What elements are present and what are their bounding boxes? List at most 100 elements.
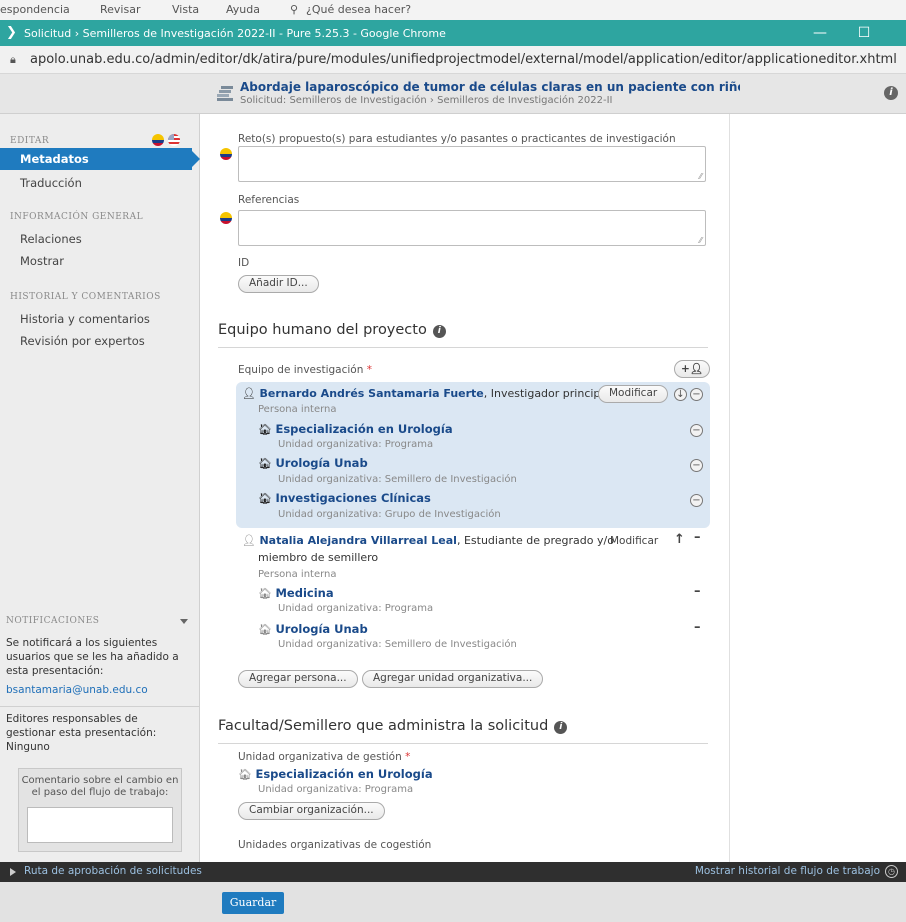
- remove-icon[interactable]: −: [690, 494, 703, 507]
- minimize-button[interactable]: —: [800, 23, 840, 43]
- remove-icon[interactable]: –: [694, 584, 701, 599]
- org-type: Unidad organizativa: Programa: [258, 784, 414, 795]
- word-menu-strip: espondencia Revisar Vista Ayuda ⚲ ¿Qué d…: [0, 0, 906, 20]
- id-label: ID: [238, 257, 250, 269]
- divider: [0, 706, 200, 707]
- menu-search-prompt[interactable]: ¿Qué desea hacer?: [306, 3, 411, 16]
- search-icon: ⚲: [290, 3, 299, 16]
- remove-icon[interactable]: −: [690, 459, 703, 472]
- modify-button[interactable]: Modificar: [610, 535, 658, 547]
- person-icon: 👤︎: [242, 387, 256, 400]
- sidebar-item-relaciones[interactable]: Relaciones: [20, 232, 82, 246]
- change-org-button[interactable]: Cambiar organización...: [238, 802, 385, 820]
- workflow-route-link[interactable]: Ruta de aprobación de solicitudes: [24, 865, 202, 877]
- comment-label: Comentario sobre el cambio en el paso de…: [21, 775, 179, 798]
- person-role: , Investigador principal: [483, 387, 611, 400]
- person-name[interactable]: Natalia Alejandra Villarreal Leal: [259, 534, 456, 547]
- document-title[interactable]: Abordaje laparoscópico de tumor de célul…: [240, 80, 740, 94]
- editors-value: Ninguno: [6, 741, 50, 753]
- document-header: Abordaje laparoscópico de tumor de célul…: [0, 74, 906, 114]
- add-person-button[interactable]: Agregar persona...: [238, 670, 358, 688]
- team-label-text: Equipo de investigación: [238, 364, 364, 376]
- footer-bar: Guardar: [0, 882, 906, 922]
- org-row: 🏠︎ Especialización en Urología: [258, 422, 453, 436]
- sidebar-section-info-general: INFORMACIÓN GENERAL: [10, 212, 144, 222]
- notification-email[interactable]: bsantamaria@unab.edu.co: [6, 684, 148, 696]
- comment-panel: Comentario sobre el cambio en el paso de…: [18, 768, 182, 852]
- required-mark: *: [405, 751, 411, 763]
- retos-textarea[interactable]: [238, 146, 706, 182]
- add-unit-button[interactable]: Agregar unidad organizativa...: [362, 670, 544, 688]
- person-type: Persona interna: [258, 404, 337, 415]
- menu-item-correspondencia[interactable]: espondencia: [0, 3, 70, 16]
- add-person-icon-button[interactable]: +👤︎: [674, 360, 711, 378]
- workflow-bar: Ruta de aprobación de solicitudes Mostra…: [0, 862, 906, 882]
- faculty-section-text: Facultad/Semillero que administra la sol…: [218, 718, 549, 734]
- remove-icon[interactable]: −: [690, 424, 703, 437]
- referencias-textarea[interactable]: [238, 210, 706, 246]
- org-name[interactable]: Urología Unab: [275, 456, 367, 470]
- flag-colombia-icon: [220, 212, 232, 224]
- home-icon: 🏠︎: [258, 423, 272, 436]
- save-button[interactable]: Guardar: [222, 892, 284, 914]
- remove-icon[interactable]: –: [694, 620, 701, 635]
- team-section-text: Equipo humano del proyecto: [218, 322, 427, 338]
- referencias-label: Referencias: [238, 194, 300, 206]
- sidebar-item-historia[interactable]: Historia y comentarios: [20, 312, 150, 326]
- chevron-down-icon[interactable]: [180, 619, 188, 624]
- move-down-icon[interactable]: ↓: [674, 388, 687, 401]
- org-row: 🏠︎ Especialización en Urología: [238, 767, 433, 781]
- help-icon[interactable]: i: [554, 721, 568, 734]
- sidebar-item-traduccion[interactable]: Traducción: [20, 176, 82, 190]
- menu-item-vista[interactable]: Vista: [172, 3, 199, 16]
- editors-text: Editores responsables de gestionar esta …: [6, 713, 157, 739]
- workflow-history-link[interactable]: Mostrar historial de flujo de trabajo: [695, 865, 880, 877]
- section-divider: [218, 347, 708, 348]
- address-bar[interactable]: 🔒︎ apolo.unab.edu.co/admin/editor/dk/ati…: [0, 46, 906, 74]
- help-icon[interactable]: i: [432, 325, 446, 338]
- add-id-button[interactable]: Añadir ID...: [238, 275, 319, 293]
- team-label: Equipo de investigación *: [238, 364, 372, 376]
- sidebar-item-mostrar[interactable]: Mostrar: [20, 254, 64, 268]
- flag-colombia-icon[interactable]: [152, 134, 164, 146]
- person-role-cont: miembro de semillero: [258, 551, 379, 564]
- org-name[interactable]: Especialización en Urología: [275, 422, 452, 436]
- info-icon[interactable]: i: [884, 86, 898, 100]
- person-name[interactable]: Bernardo Andrés Santamaria Fuerte: [259, 387, 483, 400]
- org-name[interactable]: Medicina: [275, 586, 333, 600]
- sidebar-item-revision[interactable]: Revisión por expertos: [20, 334, 145, 348]
- team-section-title: Equipo humano del proyecto i: [218, 322, 446, 338]
- comment-textarea[interactable]: [27, 807, 173, 843]
- expand-arrow-icon[interactable]: [10, 868, 16, 876]
- mgmt-unit-label-text: Unidad organizativa de gestión: [238, 751, 402, 763]
- remove-icon[interactable]: −: [690, 388, 703, 401]
- org-row: 🏠︎ Urología Unab: [258, 456, 368, 470]
- modify-button[interactable]: Modificar: [598, 385, 669, 403]
- history-icon[interactable]: ◷: [885, 865, 898, 878]
- flag-usa-icon[interactable]: [168, 134, 180, 146]
- sidebar-item-metadatos[interactable]: Metadatos: [0, 148, 200, 170]
- move-up-icon[interactable]: ↑: [674, 532, 685, 547]
- sidebar: EDITAR Metadatos Traducción INFORMACIÓN …: [0, 114, 200, 862]
- retos-label: Reto(s) propuesto(s) para estudiantes y/…: [238, 133, 676, 145]
- person-row: 👤︎ Bernardo Andrés Santamaria Fuerte, In…: [242, 387, 610, 400]
- maximize-button[interactable]: ☐: [844, 23, 884, 43]
- main-content: Reto(s) propuesto(s) para estudiantes y/…: [200, 114, 730, 862]
- url-text[interactable]: apolo.unab.edu.co/admin/editor/dk/atira/…: [30, 52, 897, 67]
- org-name[interactable]: Especialización en Urología: [255, 767, 432, 781]
- lock-icon: 🔒︎: [10, 52, 16, 66]
- section-divider: [218, 743, 708, 744]
- remove-icon[interactable]: –: [694, 530, 701, 545]
- menu-item-ayuda[interactable]: Ayuda: [226, 3, 260, 16]
- org-name[interactable]: Investigaciones Clínicas: [275, 491, 430, 505]
- required-mark: *: [366, 364, 372, 376]
- menu-item-revisar[interactable]: Revisar: [100, 3, 140, 16]
- org-row: 🏠︎ Medicina: [258, 586, 334, 600]
- org-name[interactable]: Urología Unab: [275, 622, 367, 636]
- org-type: Unidad organizativa: Grupo de Investigac…: [278, 509, 501, 520]
- person-role: , Estudiante de pregrado y/o: [456, 534, 614, 547]
- document-breadcrumb: Solicitud: Semilleros de Investigación ›…: [240, 95, 613, 106]
- notifications-text: Se notificará a los siguientes usuarios …: [6, 637, 179, 677]
- person-icon: 👤︎: [242, 534, 256, 547]
- org-type: Unidad organizativa: Semillero de Invest…: [278, 474, 517, 485]
